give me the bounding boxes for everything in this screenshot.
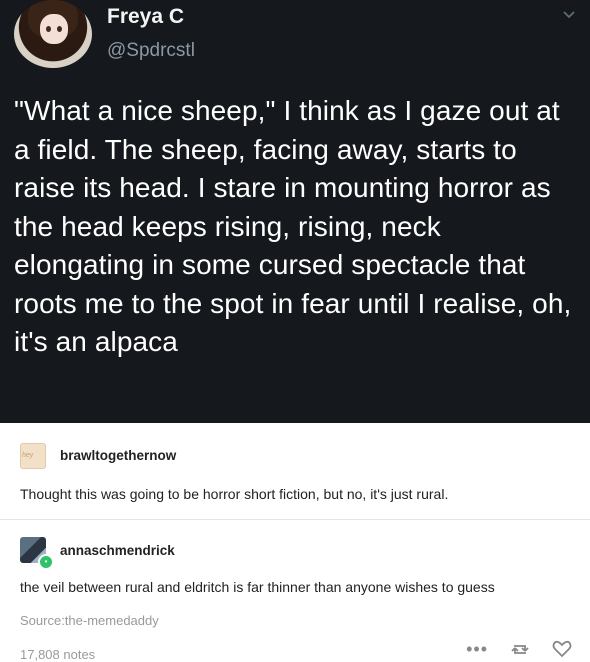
comment-text: Thought this was going to be horror shor…	[20, 486, 449, 502]
tweet-display-name[interactable]: Freya C	[107, 5, 184, 29]
heart-icon[interactable]	[552, 640, 572, 658]
comment-username[interactable]: brawltogethernow	[60, 448, 176, 463]
comment-text: the veil between rural and eldritch is f…	[20, 579, 495, 595]
user-avatar[interactable]: hey	[20, 443, 46, 469]
source-link[interactable]: Source:the-memedaddy	[20, 613, 159, 628]
comment-username[interactable]: annaschmendrick	[60, 543, 175, 558]
more-dots-icon[interactable]: •••	[466, 640, 488, 658]
reblog-icon[interactable]	[510, 640, 530, 658]
notes-count[interactable]: 17,808 notes	[20, 647, 95, 662]
tweet-handle[interactable]: @Spdrcstl	[107, 40, 195, 62]
avatar-text: hey	[22, 452, 34, 459]
comment-brawltogethernow: hey brawltogethernow Thought this was go…	[0, 423, 590, 519]
chevron-down-icon[interactable]	[562, 7, 576, 21]
online-badge-icon: •	[38, 554, 54, 570]
tweet-avatar[interactable]	[14, 0, 92, 68]
tweet-text: "What a nice sheep," I think as I gaze o…	[14, 95, 572, 357]
comment-annaschmendrick: • annaschmendrick the veil between rural…	[0, 519, 590, 662]
post-actions: •••	[466, 640, 572, 658]
tweet-screenshot: Freya C @Spdrcstl "What a nice sheep," I…	[0, 0, 590, 423]
